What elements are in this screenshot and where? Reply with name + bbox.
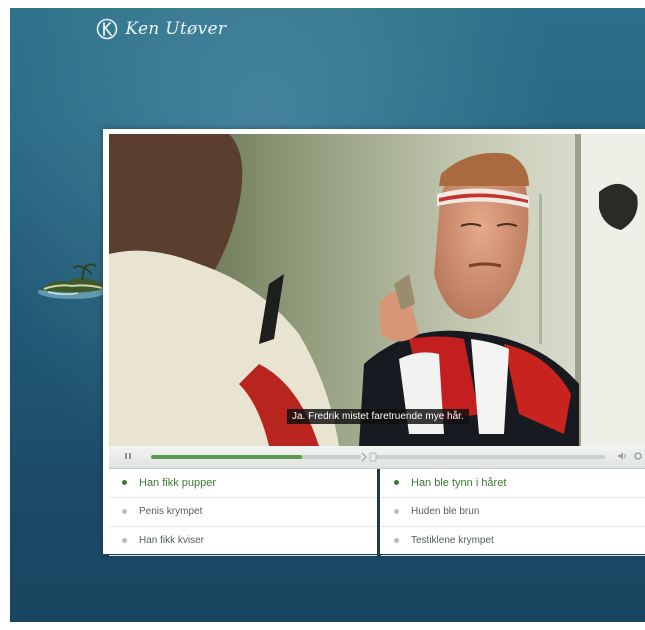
answer-option[interactable]: Han fikk kviser [109,527,377,556]
answer-label: Penis krympet [139,506,203,517]
progress-fill [151,455,303,459]
bullet-icon [394,480,399,485]
seek-handle[interactable] [369,452,377,462]
answer-label: Huden ble brun [411,506,480,517]
answer-label: Testiklene krympet [411,535,494,546]
logo-text: Ken Utøver [125,18,227,39]
answer-option[interactable]: Testiklene krympet [381,527,645,556]
bullet-icon [122,538,127,543]
answer-option[interactable]: Penis krympet [109,498,377,527]
seek-track[interactable] [371,455,605,459]
progress-end-cap [361,452,367,462]
settings-icon[interactable] [633,451,643,461]
answer-option[interactable]: Han ble tynn i håret [381,469,645,498]
island-illustration [38,263,106,299]
progress-bar[interactable] [151,455,361,459]
answer-divider [377,469,380,554]
k-emblem-icon [96,18,118,39]
video-still [109,134,645,446]
speaker-icon[interactable] [617,451,627,461]
answer-option[interactable]: Huden ble brun [381,498,645,527]
answer-label: Han ble tynn i håret [411,477,507,489]
page-background: Ken Utøver Ja. Fredrik mistet faretruend… [10,8,645,622]
bullet-icon [122,509,127,514]
site-logo[interactable]: Ken Utøver [96,14,226,42]
answer-options: Han fikk pupper Penis krympet Han fikk k… [109,469,645,556]
bullet-icon [394,509,399,514]
bullet-icon [122,480,127,485]
answer-option[interactable]: Han fikk pupper [109,469,377,498]
answer-column-right: Han ble tynn i håret Huden ble brun Test… [381,469,645,556]
bullet-icon [394,538,399,543]
video-player: Ja. Fredrik mistet faretruende mye hår. [103,129,645,556]
pause-icon[interactable] [123,451,133,461]
answer-column-left: Han fikk pupper Penis krympet Han fikk k… [109,469,377,556]
player-controls [109,446,645,469]
video-subtitle: Ja. Fredrik mistet faretruende mye hår. [287,409,469,424]
answer-label: Han fikk pupper [139,477,217,489]
video-frame[interactable]: Ja. Fredrik mistet faretruende mye hår. [109,134,645,446]
answer-label: Han fikk kviser [139,535,205,546]
